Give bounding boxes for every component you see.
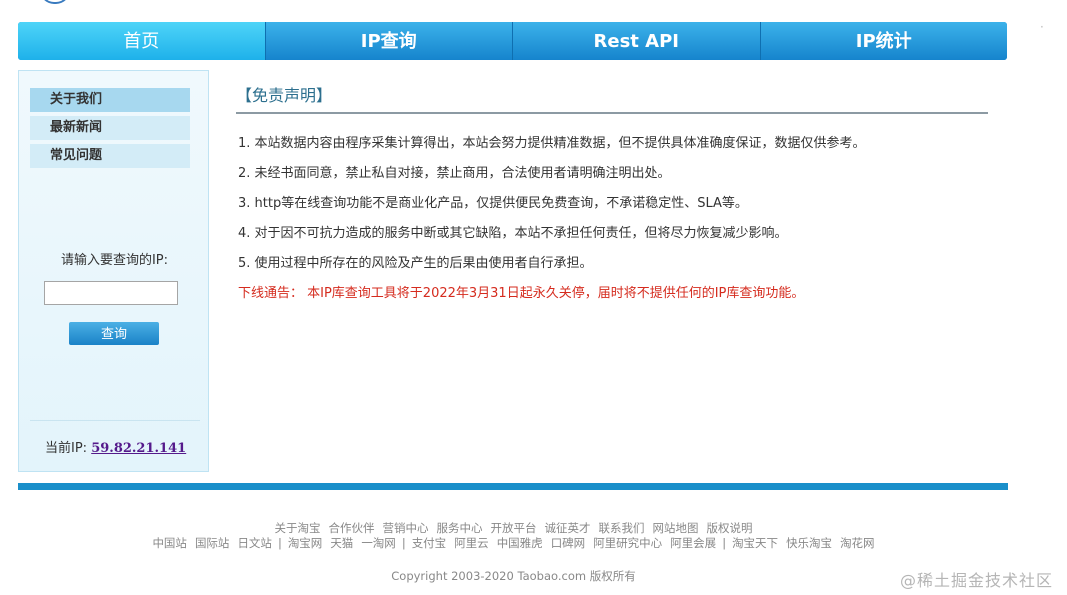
sidebar-item-faq[interactable]: 常见问题 (30, 144, 190, 168)
copyright: Copyright 2003-2020 Taobao.com 版权所有 (391, 569, 636, 583)
page-title: 【免责声明】 (236, 86, 333, 105)
footer-link[interactable]: 阿里会展 (670, 536, 716, 550)
sidebar-item-news[interactable]: 最新新闻 (30, 116, 190, 140)
title-divider (236, 112, 988, 114)
footer-link[interactable]: 网站地图 (653, 521, 699, 535)
footer-separator: | (722, 536, 727, 550)
current-ip-link[interactable]: 59.82.21.141 (91, 441, 186, 456)
footer-link[interactable]: 版权说明 (707, 521, 753, 535)
current-ip-label: 当前IP: (45, 441, 88, 456)
footer-bar (18, 483, 1008, 490)
disclaimer-clause-1: 1. 本站数据内容由程序采集计算得出，本站会努力提供精准数据，但不提供具体准确度… (238, 136, 866, 151)
footer-separator: | (401, 536, 406, 550)
disclaimer-clause-2: 2. 未经书面同意，禁止私自对接，禁止商用，合法使用者请明确注明出处。 (238, 166, 671, 181)
nav-home[interactable]: 首页 (18, 22, 266, 60)
footer-link[interactable]: 日文站 (237, 536, 272, 550)
logo-icon (40, 0, 70, 4)
sidebar-item-about[interactable]: 关于我们 (30, 88, 190, 112)
footer-link[interactable]: 口碑网 (551, 536, 586, 550)
nav-ip-stats[interactable]: IP统计 (760, 22, 1007, 60)
footer-link[interactable]: 阿里研究中心 (593, 536, 662, 550)
shutdown-notice: 下线通告： 本IP库查询工具将于2022年3月31日起永久关停，届时将不提供任何… (238, 286, 805, 301)
footer-link[interactable]: 天猫 (330, 536, 353, 550)
footer-link[interactable]: 开放平台 (491, 521, 537, 535)
disclaimer-clause-4: 4. 对于因不可抗力造成的服务中断或其它缺陷，本站不承担任何责任，但将尽力恢复减… (238, 226, 788, 241)
corner-mark-icon: · (1040, 20, 1044, 34)
footer-link[interactable]: 快乐淘宝 (786, 536, 832, 550)
ip-input[interactable] (44, 281, 178, 305)
watermark: @稀土掘金技术社区 (900, 571, 1054, 590)
footer-link[interactable]: 诚征英才 (545, 521, 591, 535)
footer-link[interactable]: 合作伙伴 (329, 521, 375, 535)
footer-link[interactable]: 国际站 (195, 536, 230, 550)
footer-separator: | (277, 536, 282, 550)
nav-rest-api[interactable]: Rest API (513, 22, 761, 60)
disclaimer-clause-5: 5. 使用过程中所存在的风险及产生的后果由使用者自行承担。 (238, 256, 593, 271)
sidebar-divider (30, 420, 200, 421)
footer-link[interactable]: 阿里云 (454, 536, 489, 550)
current-ip: 当前IP: 59.82.21.141 (45, 437, 186, 456)
footer-link[interactable]: 淘花网 (840, 536, 875, 550)
footer-link[interactable]: 中国雅虎 (497, 536, 543, 550)
disclaimer-clause-3: 3. http等在线查询功能不是商业化产品，仅提供便民免费查询，不承诺稳定性、S… (238, 196, 748, 211)
footer-link[interactable]: 中国站 (152, 536, 187, 550)
footer-link[interactable]: 淘宝天下 (732, 536, 778, 550)
footer-links-primary: 关于淘宝 合作伙伴 营销中心 服务中心 开放平台 诚征英才 联系我们 网站地图 版权说明 (0, 520, 1027, 536)
footer-link[interactable]: 营销中心 (383, 521, 429, 535)
ip-input-label: 请输入要查询的IP: (60, 253, 169, 268)
footer-link[interactable]: 联系我们 (599, 521, 645, 535)
main-nav: 首页 IP查询 Rest API IP统计 (18, 22, 1007, 60)
query-button[interactable]: 查询 (69, 322, 159, 345)
footer-link[interactable]: 关于淘宝 (275, 521, 321, 535)
footer-link[interactable]: 一淘网 (361, 536, 396, 550)
footer-link[interactable]: 服务中心 (437, 521, 483, 535)
footer-link[interactable]: 淘宝网 (288, 536, 323, 550)
nav-ip-query[interactable]: IP查询 (265, 22, 513, 60)
footer-link[interactable]: 支付宝 (412, 536, 447, 550)
sidebar: 关于我们 最新新闻 常见问题 请输入要查询的IP: 查询 当前IP: 59.82… (18, 70, 209, 472)
footer-links-secondary: 中国站 国际站 日文站 | 淘宝网 天猫 一淘网 | 支付宝 阿里云 中国雅虎 口碑网 阿里研究中心 阿里… (0, 535, 1027, 551)
